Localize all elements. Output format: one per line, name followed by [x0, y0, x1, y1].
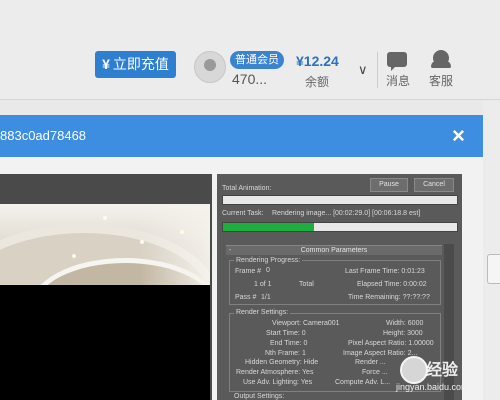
service-label[interactable]: 客服	[429, 72, 453, 89]
total-animation-progress-bar	[222, 195, 458, 205]
header-divider	[0, 99, 500, 100]
recharge-button[interactable]: ¥ 立即充值	[95, 51, 176, 78]
pixel-aspect-ratio: Pixel Aspect Ratio: 1.00000	[348, 340, 434, 347]
elapsed-time: Elapsed Time: 0:00:02	[357, 281, 427, 288]
force-option: Force ...	[362, 369, 388, 376]
nth-frame: Nth Frame: 1	[265, 350, 306, 357]
width: Width: 6000	[386, 320, 424, 327]
current-task-label: Current Task:	[222, 210, 264, 217]
pause-button[interactable]: Pause	[370, 178, 408, 192]
current-task-value: Rendering image... [00:02:29.0] [00:06:1…	[272, 210, 421, 217]
use-adv-lighting: Use Adv. Lighting: Yes	[243, 379, 313, 386]
render-fields: Render ...	[355, 359, 386, 366]
rendering-progress-title: Rendering Progress:	[234, 257, 303, 264]
last-frame-time: Last Frame Time: 0:01:23	[345, 268, 425, 275]
side-control[interactable]	[487, 254, 500, 284]
start-time: Start Time: 0	[266, 330, 306, 337]
current-task-progress-bar	[222, 222, 458, 232]
header-separator	[377, 52, 378, 88]
end-time: End Time: 0	[270, 340, 308, 347]
frame-value: 0	[266, 267, 270, 274]
render-atmosphere: Render Atmosphere: Yes	[236, 369, 314, 376]
baidu-paw-icon	[400, 356, 428, 384]
yuan-icon: ¥	[102, 56, 110, 72]
frame-label: Frame #	[235, 268, 262, 275]
balance-label: 余额	[305, 75, 330, 89]
watermark-url: jingyan.baidu.com	[396, 382, 469, 392]
time-remaining: Time Remaining: ??:??:??	[348, 294, 430, 301]
rollout-title: Common Parameters	[300, 247, 368, 254]
cancel-button[interactable]: Cancel	[414, 178, 454, 192]
image-aspect-ratio: Image Aspect Ratio: 2...	[343, 350, 418, 357]
height: Height: 3000	[383, 330, 423, 337]
unrendered-region	[0, 285, 210, 400]
balance-amount[interactable]: ¥12.24	[296, 53, 339, 69]
avatar[interactable]	[194, 51, 226, 83]
page-right-edge	[483, 100, 500, 400]
chevron-down-icon[interactable]: ∨	[358, 62, 368, 78]
rendered-image	[0, 204, 210, 285]
customer-service-icon[interactable]	[431, 50, 451, 68]
user-id[interactable]: 470...	[232, 71, 267, 87]
close-icon[interactable]: ×	[452, 123, 465, 149]
watermark-brand: 经验	[426, 362, 459, 379]
messages-label[interactable]: 消息	[386, 72, 410, 89]
output-settings-title: Output Settings:	[234, 393, 285, 400]
modal-title: 883c0ad78468	[0, 128, 87, 143]
frame-of-value: 1 of 1	[254, 281, 272, 288]
compute-adv-lighting: Compute Adv. L...	[335, 379, 391, 386]
viewport: Viewport: Camera001	[272, 320, 340, 327]
total-label: Total	[299, 281, 314, 288]
member-badge: 普通会员	[230, 51, 284, 69]
render-settings-title: Render Settings:	[234, 309, 291, 316]
total-animation-label: Total Animation:	[222, 185, 272, 192]
current-task-progress-fill	[223, 223, 315, 231]
hidden-geometry: Hidden Geometry: Hide	[245, 359, 319, 366]
common-parameters-rollout[interactable]: - Common Parameters	[226, 245, 442, 255]
pass-value: 1/1	[261, 294, 271, 301]
pass-label: Pass #	[235, 294, 257, 301]
recharge-label: 立即充值	[112, 56, 169, 72]
message-icon[interactable]	[387, 52, 407, 71]
